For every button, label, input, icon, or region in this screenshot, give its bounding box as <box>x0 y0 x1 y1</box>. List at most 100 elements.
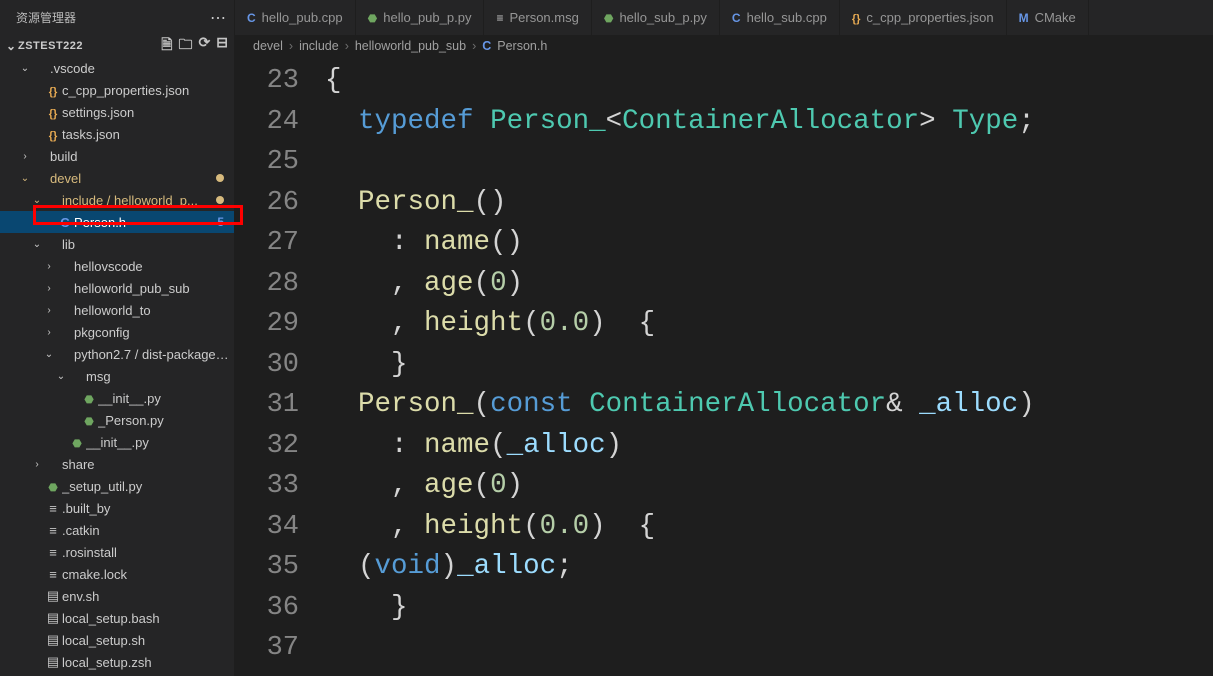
code-line <box>325 142 1213 183</box>
tree-item[interactable]: .rosinstall <box>0 541 234 563</box>
tree-item-label: c_cpp_properties.json <box>62 83 234 98</box>
tree-item[interactable]: pkgconfig <box>0 321 234 343</box>
breadcrumb-item[interactable]: include <box>299 39 339 53</box>
text-file-icon <box>44 501 62 516</box>
tree-item[interactable]: devel <box>0 167 234 189</box>
tree-item[interactable]: cmake.lock <box>0 563 234 585</box>
cpp-file-icon <box>732 11 741 25</box>
breadcrumb-item[interactable]: Person.h <box>497 39 547 53</box>
editor-area: hello_pub.cpphello_pub_p.pyPerson.msghel… <box>235 0 1213 676</box>
refresh-icon[interactable]: ⟳ <box>199 34 211 58</box>
more-icon[interactable]: ⋯ <box>210 8 226 28</box>
explorer-header: 资源管理器 ⋯ <box>0 0 234 35</box>
modified-dot-icon <box>216 196 224 204</box>
tree-item[interactable]: .catkin <box>0 519 234 541</box>
editor-tab[interactable]: hello_pub.cpp <box>235 0 356 35</box>
json-file-icon <box>44 105 62 120</box>
editor-tab[interactable]: Person.msg <box>484 0 591 35</box>
tree-item-label: .vscode <box>50 61 234 76</box>
editor-tab[interactable]: MCMake <box>1007 0 1089 35</box>
tree-item-label: local_setup.bash <box>62 611 234 626</box>
collapse-icon[interactable]: ⊟ <box>216 34 228 58</box>
tree-item-label: Person.h <box>74 215 217 230</box>
line-number: 26 <box>235 183 299 224</box>
tree-item[interactable]: env.sh <box>0 585 234 607</box>
tree-item[interactable]: include / helloworld_p... <box>0 189 234 211</box>
tree-item[interactable]: lib <box>0 233 234 255</box>
sidebar: 资源管理器 ⋯ ZSTEST222 🗎 🗀 ⟳ ⊟ .vscode c_cpp_p… <box>0 0 235 676</box>
project-header[interactable]: ZSTEST222 🗎 🗀 ⟳ ⊟ <box>0 35 234 57</box>
breadcrumb-separator-icon: › <box>472 39 476 53</box>
line-number: 32 <box>235 426 299 467</box>
chevron-down-icon <box>30 195 44 206</box>
editor-tab[interactable]: hello_sub_p.py <box>592 0 720 35</box>
code-content[interactable]: { typedef Person_<ContainerAllocator> Ty… <box>325 57 1213 676</box>
new-folder-icon[interactable]: 🗀 <box>179 34 193 58</box>
code-line: typedef Person_<ContainerAllocator> Type… <box>325 102 1213 143</box>
tree-item[interactable]: __init__.py <box>0 431 234 453</box>
code-line: : name(_alloc) <box>325 426 1213 467</box>
tab-label: c_cpp_properties.json <box>866 10 993 25</box>
project-name: ZSTEST222 <box>18 40 161 52</box>
tree-item-label: share <box>62 457 234 472</box>
c-file-icon: C <box>482 39 491 53</box>
text-file-icon <box>44 545 62 560</box>
tree-item[interactable]: settings.json <box>0 101 234 123</box>
tree-item[interactable]: python2.7 / dist-packages / ... <box>0 343 234 365</box>
tree-item[interactable]: _setup_util.py <box>0 475 234 497</box>
chevron-right-icon <box>18 151 32 162</box>
new-file-icon[interactable]: 🗎 <box>161 34 172 58</box>
chevron-down-icon <box>4 39 18 53</box>
tree-item[interactable]: hellovscode <box>0 255 234 277</box>
tree-item[interactable]: tasks.json <box>0 123 234 145</box>
chevron-right-icon <box>42 283 56 294</box>
line-number: 37 <box>235 628 299 669</box>
line-number: 28 <box>235 264 299 305</box>
json-file-icon <box>44 127 62 142</box>
tree-item[interactable]: local_setup.sh <box>0 629 234 651</box>
tree-item[interactable]: helloworld_to <box>0 299 234 321</box>
breadcrumb-item[interactable]: devel <box>253 39 283 53</box>
chevron-down-icon <box>18 63 32 74</box>
breadcrumb-item[interactable]: helloworld_pub_sub <box>355 39 466 53</box>
breadcrumb-separator-icon: › <box>345 39 349 53</box>
tree-item[interactable]: _Person.py <box>0 409 234 431</box>
tree-item-label: lib <box>62 237 234 252</box>
tree-item[interactable]: local_setup.zsh <box>0 651 234 673</box>
chevron-down-icon <box>54 371 68 382</box>
tree-item[interactable]: __init__.py <box>0 387 234 409</box>
code-line <box>325 628 1213 669</box>
tree-item[interactable]: .built_by <box>0 497 234 519</box>
tab-label: hello_pub_p.py <box>383 10 471 25</box>
tree-item[interactable]: share <box>0 453 234 475</box>
file-tree: .vscode c_cpp_properties.json settings.jso… <box>0 57 234 676</box>
line-number: 24 <box>235 102 299 143</box>
tree-item-label: helloworld_to <box>74 303 234 318</box>
code-line: , height(0.0) { <box>325 304 1213 345</box>
editor-tab[interactable]: hello_sub.cpp <box>720 0 840 35</box>
tree-item[interactable]: msg <box>0 365 234 387</box>
tree-item[interactable]: local_setup.bash <box>0 607 234 629</box>
editor-tab[interactable]: hello_pub_p.py <box>356 0 485 35</box>
c-file-icon <box>56 215 74 230</box>
code-line: { <box>325 61 1213 102</box>
chevron-right-icon <box>42 261 56 272</box>
breadcrumb[interactable]: devel›include›helloworld_pub_sub›CPerson… <box>235 35 1213 57</box>
tab-label: hello_pub.cpp <box>262 10 343 25</box>
editor-tab[interactable]: c_cpp_properties.json <box>840 0 1007 35</box>
tree-item[interactable]: .vscode <box>0 57 234 79</box>
tree-item[interactable]: helloworld_pub_sub <box>0 277 234 299</box>
tree-item-label: cmake.lock <box>62 567 234 582</box>
cmake-file-icon: M <box>1019 11 1029 25</box>
tree-item-label: .catkin <box>62 523 234 538</box>
sh-file-icon <box>44 632 62 648</box>
text-file-icon <box>44 523 62 538</box>
sh-file-icon <box>44 610 62 626</box>
line-number: 33 <box>235 466 299 507</box>
code-editor[interactable]: 232425262728293031323334353637 { typedef… <box>235 57 1213 676</box>
tree-item-label: pkgconfig <box>74 325 234 340</box>
tree-item[interactable]: build <box>0 145 234 167</box>
tree-item[interactable]: c_cpp_properties.json <box>0 79 234 101</box>
py-file-icon <box>80 391 98 406</box>
tree-item[interactable]: Person.h5 <box>0 211 234 233</box>
